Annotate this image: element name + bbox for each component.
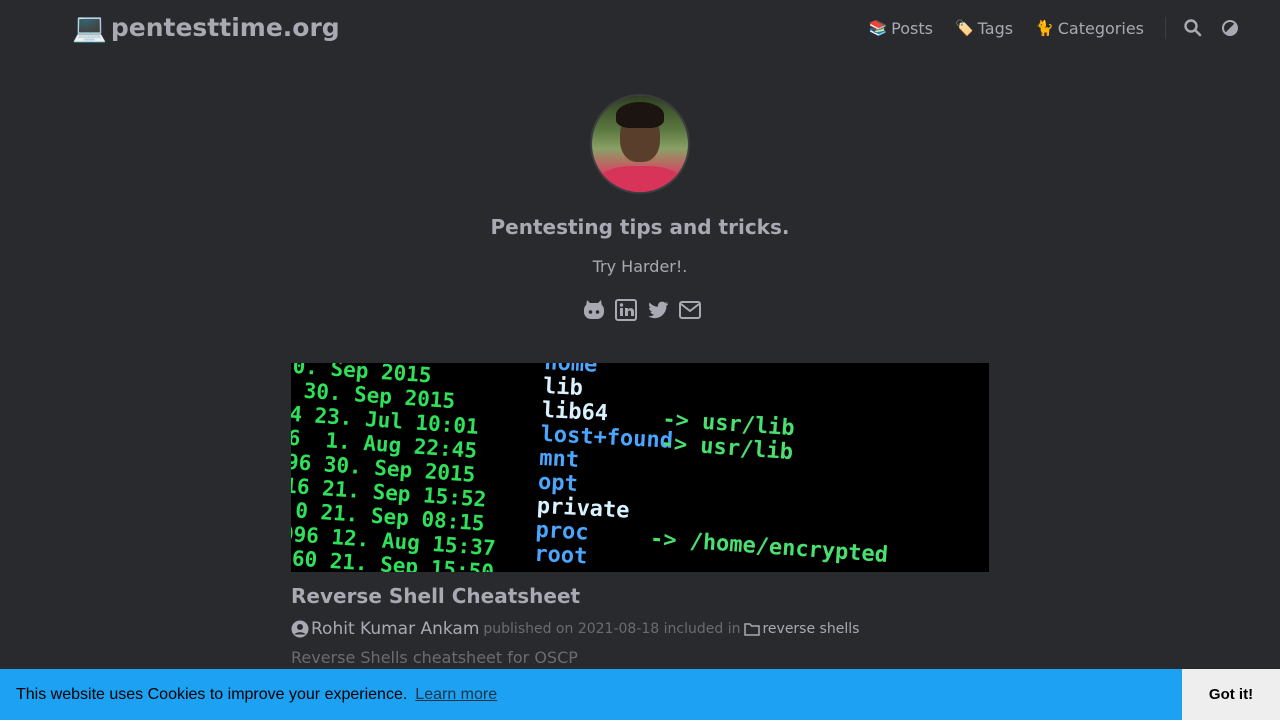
main-nav: 📚 Posts 🏷️ Tags 🐈 Categories xyxy=(868,16,1144,40)
laptop-icon: 💻 xyxy=(72,10,107,44)
post-meta: Rohit Kumar Ankam published on 2021-08-1… xyxy=(291,618,859,640)
cookie-message: This website uses Cookies to improve you… xyxy=(16,685,408,703)
site-logo[interactable]: 💻 pentesttime.org xyxy=(72,10,340,44)
cover-terminal-links: -> usr/lib -> usr/lib -> /home/encrypted xyxy=(649,407,889,569)
avatar xyxy=(592,96,688,192)
linkedin-icon[interactable] xyxy=(614,298,638,322)
social-links xyxy=(582,297,702,323)
nav-categories[interactable]: 🐈 Categories xyxy=(1035,19,1144,38)
post-published: published on 2021-08-18 included in xyxy=(483,621,741,637)
post-author-name: Rohit Kumar Ankam xyxy=(311,619,480,639)
books-icon: 📚 xyxy=(868,19,888,37)
home-tagline: Try Harder!. xyxy=(592,257,688,276)
search-icon[interactable] xyxy=(1183,18,1203,38)
folder-icon xyxy=(744,623,761,636)
nav-posts[interactable]: 📚 Posts xyxy=(868,19,933,38)
post-summary: Reverse Shells cheatsheet for OSCP xyxy=(291,648,578,667)
nav-categories-label: Categories xyxy=(1057,18,1144,38)
theme-toggle-icon[interactable] xyxy=(1220,18,1240,38)
post-category[interactable]: reverse shells xyxy=(744,621,859,637)
email-icon[interactable] xyxy=(678,298,702,322)
cat-icon: 🐈 xyxy=(1035,19,1054,37)
github-icon[interactable] xyxy=(582,298,606,322)
cover-terminal-dates: 30. Sep 2015 7 30. Sep 2015 34 23. Jul 1… xyxy=(291,363,497,572)
tag-icon: 🏷️ xyxy=(954,19,974,37)
nav-tags-label: Tags xyxy=(977,18,1014,38)
cookie-learn-more-link[interactable]: Learn more xyxy=(415,686,497,704)
cookie-accept-button[interactable]: Got it! xyxy=(1182,669,1280,720)
home-subtitle: Pentesting tips and tricks. xyxy=(490,215,790,239)
twitter-icon[interactable] xyxy=(646,298,670,322)
site-header: 💻 pentesttime.org 📚 Posts 🏷️ Tags 🐈 Cate… xyxy=(0,0,1280,56)
post-category-label: reverse shells xyxy=(762,621,860,637)
post-author: Rohit Kumar Ankam xyxy=(291,619,479,639)
nav-posts-label: Posts xyxy=(891,18,933,38)
cookie-banner: This website uses Cookies to improve you… xyxy=(0,669,1280,720)
nav-tags[interactable]: 🏷️ Tags xyxy=(955,19,1013,38)
user-circle-icon xyxy=(291,620,309,638)
post-cover-image[interactable]: 30. Sep 2015 7 30. Sep 2015 34 23. Jul 1… xyxy=(291,363,989,572)
site-name: pentesttime.org xyxy=(110,12,340,42)
post-title[interactable]: Reverse Shell Cheatsheet xyxy=(291,584,580,608)
nav-divider xyxy=(1165,17,1166,39)
